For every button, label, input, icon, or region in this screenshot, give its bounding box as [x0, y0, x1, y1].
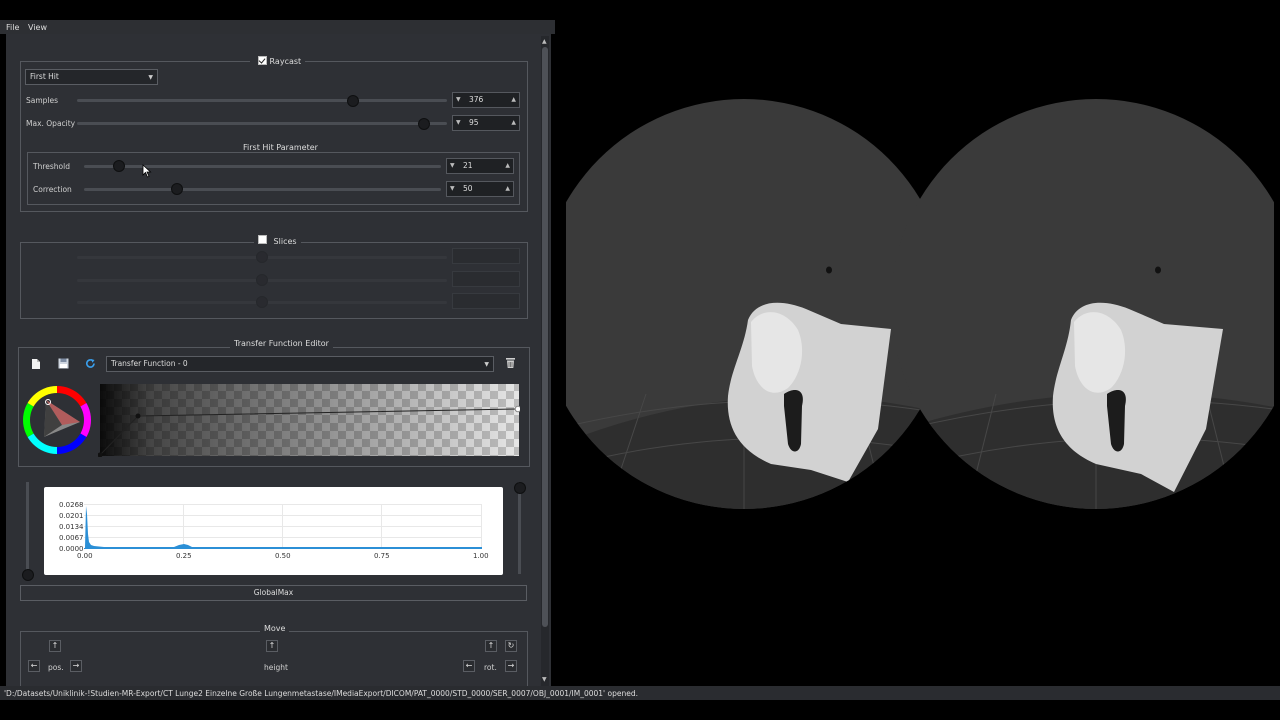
- rot-up-button[interactable]: ↑: [485, 640, 497, 652]
- histogram-x-tick: 0.25: [176, 552, 192, 560]
- correction-spinbox[interactable]: ▼ 50 ▲: [446, 181, 514, 197]
- max-opacity-label: Max. Opacity: [26, 119, 76, 128]
- threshold-spinbox[interactable]: ▼ 21 ▲: [446, 158, 514, 174]
- slice-y-handle[interactable]: [256, 274, 268, 286]
- transfer-function-value: Transfer Function - 0: [111, 359, 188, 368]
- render-mode-select[interactable]: First Hit ▼: [25, 69, 158, 85]
- pos-up-button[interactable]: ↑: [49, 640, 61, 652]
- save-icon[interactable]: [58, 358, 69, 369]
- histogram-x-tick: 0.50: [275, 552, 291, 560]
- max-opacity-slider[interactable]: [77, 122, 447, 125]
- threshold-value: 21: [463, 161, 473, 170]
- transfer-function-canvas[interactable]: [98, 383, 520, 457]
- panel-scrollbar-thumb[interactable]: [542, 47, 548, 627]
- slices-header: Slices: [254, 235, 301, 246]
- max-opacity-slider-handle[interactable]: [418, 118, 430, 130]
- color-wheel[interactable]: [22, 385, 92, 455]
- histogram-y-tick: 0.0134: [59, 523, 84, 531]
- histogram-x-tick: 0.75: [374, 552, 390, 560]
- rotate-button[interactable]: ↻: [505, 640, 517, 652]
- decrement-icon[interactable]: ▼: [450, 162, 455, 169]
- left-eye-view: [539, 99, 947, 509]
- transfer-function-title: Transfer Function Editor: [230, 339, 333, 348]
- max-opacity-value: 95: [469, 118, 479, 127]
- first-hit-title: First Hit Parameter: [239, 143, 322, 152]
- new-file-icon[interactable]: [31, 358, 41, 370]
- samples-label: Samples: [26, 96, 59, 105]
- stereo-3d-viewport[interactable]: [539, 34, 1280, 686]
- correction-slider[interactable]: [84, 188, 441, 191]
- histogram-plot: [84, 504, 482, 549]
- chevron-down-icon: ▼: [484, 361, 489, 368]
- slice-z-handle[interactable]: [256, 296, 268, 308]
- scroll-up-icon[interactable]: ▲: [542, 38, 547, 45]
- right-eye-view: [891, 99, 1280, 509]
- increment-icon[interactable]: ▲: [505, 185, 510, 192]
- transfer-function-select[interactable]: Transfer Function - 0 ▼: [106, 356, 494, 372]
- histogram-right-handle[interactable]: [514, 482, 526, 494]
- slice-z-spinbox[interactable]: [452, 293, 520, 309]
- correction-value: 50: [463, 184, 473, 193]
- pos-right-button[interactable]: →: [70, 660, 82, 672]
- samples-value: 376: [469, 95, 484, 104]
- correction-slider-handle[interactable]: [171, 183, 183, 195]
- samples-spinbox[interactable]: ▼ 376 ▲: [452, 92, 520, 108]
- histogram-y-tick: 0.0201: [59, 512, 84, 520]
- height-label: height: [264, 663, 288, 672]
- decrement-icon[interactable]: ▼: [456, 119, 461, 126]
- threshold-slider-handle[interactable]: [113, 160, 125, 172]
- pos-label: pos.: [48, 663, 64, 672]
- histogram-chart: 0.0268 0.0201 0.0134 0.0067 0.0000 0.00 …: [44, 487, 503, 575]
- histogram-x-tick: 0.00: [77, 552, 93, 560]
- render-mode-value: First Hit: [30, 72, 59, 81]
- move-title: Move: [260, 624, 290, 633]
- slice-x-spinbox[interactable]: [452, 248, 520, 264]
- rot-left-button[interactable]: ←: [463, 660, 475, 672]
- raycast-title: Raycast: [269, 57, 302, 66]
- slice-y-spinbox[interactable]: [452, 271, 520, 287]
- rot-right-button[interactable]: →: [505, 660, 517, 672]
- refresh-icon[interactable]: [85, 358, 96, 369]
- menu-bar: [0, 20, 555, 34]
- histogram-left-slider[interactable]: [26, 482, 29, 574]
- decrement-icon[interactable]: ▼: [456, 96, 461, 103]
- decrement-icon[interactable]: ▼: [450, 185, 455, 192]
- slice-x-handle[interactable]: [256, 251, 268, 263]
- threshold-slider[interactable]: [84, 165, 441, 168]
- histogram-right-slider[interactable]: [518, 482, 521, 574]
- samples-slider-handle[interactable]: [347, 95, 359, 107]
- raycast-checkbox[interactable]: [258, 56, 267, 65]
- raycast-header: Raycast: [250, 55, 306, 66]
- menu-view[interactable]: View: [28, 23, 47, 32]
- samples-slider[interactable]: [77, 99, 447, 102]
- increment-icon[interactable]: ▲: [505, 162, 510, 169]
- increment-icon[interactable]: ▲: [511, 119, 516, 126]
- max-opacity-spinbox[interactable]: ▼ 95 ▲: [452, 115, 520, 131]
- slices-title: Slices: [273, 237, 297, 246]
- histogram-y-tick: 0.0067: [59, 534, 84, 542]
- pos-left-button[interactable]: ←: [28, 660, 40, 672]
- mouse-cursor-icon: [142, 164, 152, 178]
- increment-icon[interactable]: ▲: [511, 96, 516, 103]
- chevron-down-icon: ▼: [148, 74, 153, 81]
- stereo-render: [539, 99, 1280, 509]
- height-up-button[interactable]: ↑: [266, 640, 278, 652]
- threshold-label: Threshold: [33, 162, 70, 171]
- histogram-x-tick: 1.00: [473, 552, 489, 560]
- trash-icon[interactable]: [505, 357, 516, 369]
- histogram-y-tick: 0.0268: [59, 501, 84, 509]
- scroll-down-icon[interactable]: ▼: [542, 676, 547, 683]
- correction-label: Correction: [33, 185, 72, 194]
- histogram-left-handle[interactable]: [22, 569, 34, 581]
- slices-checkbox[interactable]: [258, 235, 267, 244]
- status-message: 'D:/Datasets/Uniklinik-!Studien-MR-Expor…: [4, 689, 638, 698]
- rot-label: rot.: [484, 663, 497, 672]
- global-max-button[interactable]: GlobalMax: [20, 585, 527, 601]
- menu-file[interactable]: File: [6, 23, 19, 32]
